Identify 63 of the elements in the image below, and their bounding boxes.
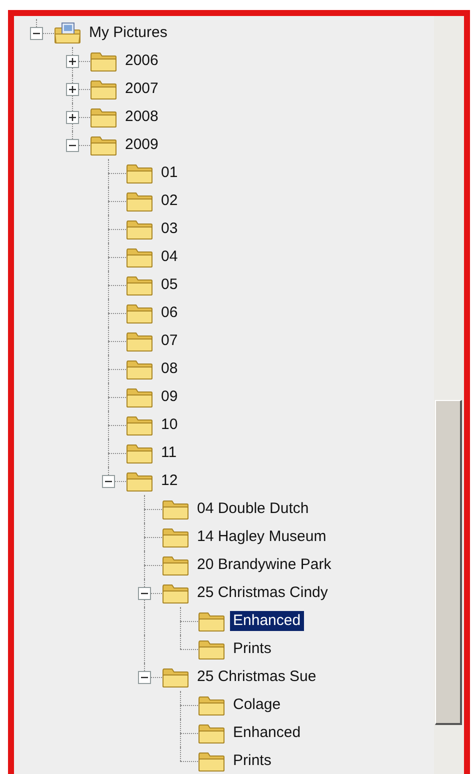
expand-toggle[interactable] [138, 587, 151, 600]
folder-icon [198, 638, 225, 660]
folder-label[interactable]: 25 Christmas Sue [194, 667, 320, 687]
expand-toggle[interactable] [66, 111, 79, 124]
folder-label[interactable]: 12 [158, 471, 181, 491]
folder-label[interactable]: 03 [158, 219, 181, 239]
folder-icon [126, 414, 153, 436]
folder-label[interactable]: 2009 [122, 135, 162, 155]
folder-label[interactable]: 05 [158, 275, 181, 295]
folder-label[interactable]: My Pictures [86, 23, 170, 43]
expand-toggle[interactable] [102, 475, 115, 488]
folder-label[interactable]: 08 [158, 359, 181, 379]
expand-toggle[interactable] [138, 671, 151, 684]
folder-label[interactable]: 09 [158, 387, 181, 407]
folder-label[interactable]: 14 Hagley Museum [194, 527, 330, 547]
folder-icon [90, 78, 117, 100]
folder-icon [162, 666, 189, 688]
folder-label[interactable]: 02 [158, 191, 181, 211]
folder-label[interactable]: 20 Brandywine Park [194, 555, 334, 575]
folder-icon [162, 526, 189, 548]
folder-icon [198, 722, 225, 744]
folder-label[interactable]: Prints [230, 639, 274, 659]
folder-icon [126, 470, 153, 492]
scrollbar-thumb[interactable] [435, 400, 462, 725]
folder-icon [198, 694, 225, 716]
folder-icon [198, 610, 225, 632]
folder-icon [90, 106, 117, 128]
folder-icon [198, 750, 225, 772]
folder-icon [126, 190, 153, 212]
folder-label[interactable]: 01 [158, 163, 181, 183]
folder-icon [126, 442, 153, 464]
folder-icon [126, 274, 153, 296]
expand-toggle[interactable] [66, 55, 79, 68]
folder-label[interactable]: 25 Christmas Cindy [194, 583, 331, 603]
folder-icon [90, 134, 117, 156]
folder-label[interactable]: 2006 [122, 51, 162, 71]
folder-label[interactable]: Prints [230, 751, 274, 771]
folder-icon [126, 302, 153, 324]
folder-label[interactable]: Enhanced [230, 723, 304, 743]
folder-label[interactable]: 04 Double Dutch [194, 499, 312, 519]
folder-label[interactable]: 07 [158, 331, 181, 351]
folder-label[interactable]: 2008 [122, 107, 162, 127]
folder-icon [126, 218, 153, 240]
folder-label[interactable]: Colage [230, 695, 284, 715]
folder-icon [126, 386, 153, 408]
expand-toggle[interactable] [30, 27, 43, 40]
pictures-folder-icon [54, 22, 81, 44]
folder-icon [90, 50, 117, 72]
folder-icon [126, 358, 153, 380]
folder-label[interactable]: Enhanced [230, 611, 304, 631]
folder-icon [162, 498, 189, 520]
folder-icon [162, 582, 189, 604]
folder-label[interactable]: 2007 [122, 79, 162, 99]
folder-icon [162, 554, 189, 576]
expand-toggle[interactable] [66, 83, 79, 96]
folder-label[interactable]: 04 [158, 247, 181, 267]
folder-icon [126, 162, 153, 184]
expand-toggle[interactable] [66, 139, 79, 152]
folder-icon [126, 246, 153, 268]
folder-label[interactable]: 11 [158, 443, 180, 463]
folder-label[interactable]: 10 [158, 415, 181, 435]
folder-label[interactable]: 06 [158, 303, 181, 323]
folder-icon [126, 330, 153, 352]
